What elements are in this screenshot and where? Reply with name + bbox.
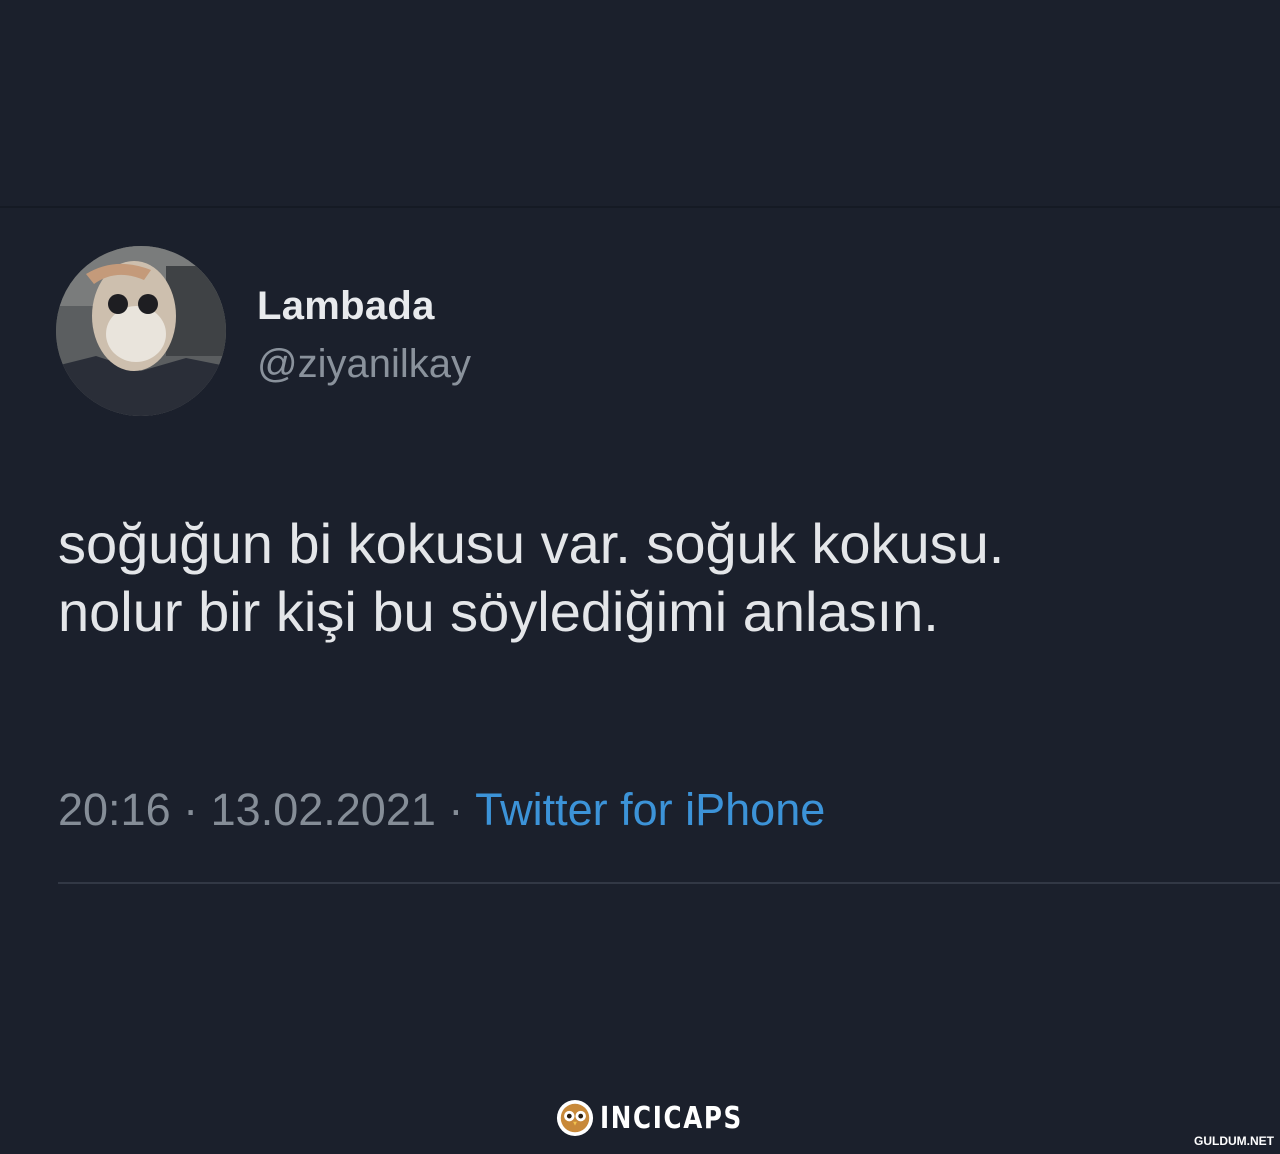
top-empty-area <box>0 0 1280 206</box>
tweet-card: Lambada @ziyanilkay soğuğun bi kokusu va… <box>0 208 1280 1154</box>
display-name[interactable]: Lambada <box>257 284 435 329</box>
tweet-time[interactable]: 20:16 <box>58 784 171 835</box>
owl-icon <box>556 1099 594 1137</box>
tweet-source-link[interactable]: Twitter for iPhone <box>475 784 825 835</box>
tweet-date[interactable]: 13.02.2021 <box>211 784 436 835</box>
watermark-text: INCICAPS <box>600 1100 743 1136</box>
bottom-divider <box>58 882 1280 884</box>
tweet-text-line: soğuğun bi kokusu var. soğuk kokusu. <box>58 512 1005 575</box>
tweet-text: soğuğun bi kokusu var. soğuk kokusu. nol… <box>58 510 1258 646</box>
tweet-text-line: nolur bir kişi bu söylediğimi anlasın. <box>58 580 939 643</box>
meta-separator: · <box>183 784 199 835</box>
tweet-meta: 20:16 · 13.02.2021 · Twitter for iPhone <box>58 784 825 836</box>
user-handle[interactable]: @ziyanilkay <box>257 342 471 387</box>
corner-watermark: GULDUM.NET <box>1194 1134 1274 1148</box>
incicaps-watermark: INCICAPS <box>556 1098 774 1138</box>
avatar-image <box>56 246 226 416</box>
avatar[interactable] <box>56 246 226 416</box>
meta-separator: · <box>448 784 464 835</box>
